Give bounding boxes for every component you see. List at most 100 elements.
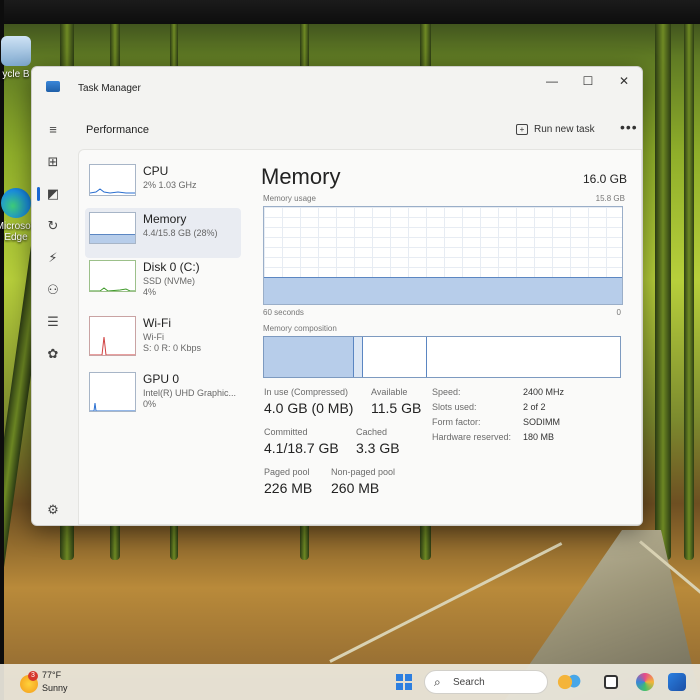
- performance-icon[interactable]: ◩: [42, 183, 64, 205]
- task-view-icon[interactable]: [604, 675, 618, 689]
- resource-name: CPU: [143, 164, 169, 178]
- non-paged-pool-value: 260 MB: [331, 480, 380, 496]
- speed-label: Speed:: [432, 387, 461, 397]
- disk-thumbnail-graph: [89, 260, 136, 292]
- run-new-task-label: Run new task: [534, 124, 595, 135]
- resource-detail-line: Intel(R) UHD Graphic...: [143, 388, 237, 398]
- resource-name: Disk 0 (C:): [143, 260, 200, 274]
- widgets-balloons-icon[interactable]: [556, 673, 586, 691]
- in-use-label: In use (Compressed): [264, 387, 349, 397]
- start-button[interactable]: [396, 674, 412, 690]
- resource-detail: 2% 1.03 GHz: [143, 180, 197, 190]
- memory-usage-label: Memory usage: [263, 194, 316, 203]
- resource-memory[interactable]: Memory 4.4/15.8 GB (28%): [85, 208, 241, 258]
- resource-name: Memory: [143, 212, 187, 226]
- available-label: Available: [371, 387, 408, 397]
- copilot-icon[interactable]: [636, 673, 654, 691]
- memory-total: 16.0 GB: [582, 172, 627, 186]
- composition-modified: [354, 337, 363, 377]
- fence-rail: [329, 542, 563, 663]
- cpu-thumbnail-graph: [89, 164, 136, 196]
- taskbar-search[interactable]: ⌕ Search: [424, 670, 548, 694]
- slots-used-label: Slots used:: [432, 402, 477, 412]
- details-icon[interactable]: ☰: [42, 311, 64, 333]
- speed-value: 2400 MHz: [523, 387, 565, 397]
- navigation-rail: ≡ ⊞ ◩ ↻ ⚡ ⚇ ☰ ✿ ⚙: [32, 107, 76, 525]
- weather-condition: Sunny: [42, 683, 68, 693]
- maximize-button[interactable]: ☐: [570, 71, 606, 91]
- resource-detail: Wi-Fi S: 0 R: 0 Kbps: [143, 332, 201, 354]
- taskbar: 3 77°F Sunny ⌕ Search: [0, 664, 700, 700]
- app-history-icon[interactable]: ↻: [42, 215, 64, 237]
- cached-label: Cached: [356, 427, 388, 437]
- search-icon: ⌕: [434, 675, 441, 689]
- run-task-icon: +: [516, 124, 528, 135]
- composition-in-use: [264, 337, 354, 377]
- memory-heading: Memory: [261, 164, 341, 189]
- settings-icon[interactable]: ⚙: [42, 499, 64, 521]
- cached-value: 3.3 GB: [356, 440, 400, 456]
- hamburger-icon[interactable]: ≡: [42, 119, 64, 141]
- services-icon[interactable]: ✿: [42, 343, 64, 365]
- memory-usage-graph: [263, 206, 623, 305]
- minimize-button[interactable]: —: [534, 71, 570, 91]
- edge-icon: [1, 188, 31, 218]
- resource-detail-line: Wi-Fi: [143, 332, 164, 342]
- run-new-task-button[interactable]: + Run new task: [516, 119, 595, 141]
- close-button[interactable]: ✕: [606, 71, 642, 91]
- resource-detail: Intel(R) UHD Graphic... 0%: [143, 388, 236, 410]
- hardware-reserved-value: 180 MB: [523, 432, 555, 442]
- notification-badge: 3: [28, 671, 38, 681]
- memory-thumbnail-graph: [89, 212, 136, 244]
- desktop-icon-label: ycle B: [2, 69, 30, 80]
- recycle-bin-icon: [1, 36, 31, 66]
- resource-gpu[interactable]: GPU 0 Intel(R) UHD Graphic... 0%: [85, 368, 241, 418]
- in-use-value: 4.0 GB (0 MB): [264, 400, 354, 416]
- weather-temperature: 77°F: [42, 670, 62, 680]
- gpu-thumbnail-graph: [89, 372, 136, 412]
- processes-icon[interactable]: ⊞: [42, 151, 64, 173]
- startup-apps-icon[interactable]: ⚡: [42, 247, 64, 269]
- bamboo-stalk: [684, 0, 694, 560]
- resource-detail-line: SSD (NVMe): [143, 276, 196, 286]
- window-title: Task Manager: [78, 83, 141, 94]
- page-header: Performance + Run new task •••: [78, 107, 642, 147]
- memory-composition-label: Memory composition: [263, 324, 337, 333]
- resource-cpu[interactable]: CPU 2% 1.03 GHz: [85, 160, 241, 210]
- search-label: Search: [453, 677, 485, 688]
- edge-taskbar-icon[interactable]: [668, 673, 686, 691]
- monitor-bezel: [0, 0, 700, 24]
- task-manager-window: Task Manager — ☐ ✕ ≡ ⊞ ◩ ↻ ⚡ ⚇ ☰ ✿ ⚙ Per…: [31, 66, 643, 526]
- graph-time-right: 0: [616, 308, 621, 317]
- memory-composition-bar: [263, 336, 621, 378]
- hardware-reserved-label: Hardware reserved:: [432, 432, 512, 442]
- paged-pool-value: 226 MB: [264, 480, 313, 496]
- composition-standby: [363, 337, 427, 377]
- resource-disk[interactable]: Disk 0 (C:) SSD (NVMe) 4%: [85, 256, 241, 306]
- memory-usage-max: 15.8 GB: [595, 194, 625, 203]
- performance-panel: CPU 2% 1.03 GHz Memory 4.4/15.8 GB (28%)…: [78, 149, 642, 525]
- available-value: 11.5 GB: [371, 400, 422, 416]
- mouse-cursor-icon: ↖: [241, 522, 251, 525]
- bamboo-stalk: [655, 0, 671, 560]
- committed-label: Committed: [264, 427, 308, 437]
- users-icon[interactable]: ⚇: [42, 279, 64, 301]
- graph-time-left: 60 seconds: [263, 308, 304, 317]
- slots-used-value: 2 of 2: [523, 402, 546, 412]
- title-bar[interactable]: Task Manager — ☐ ✕: [32, 67, 642, 101]
- form-factor-value: SODIMM: [523, 417, 560, 427]
- more-options-button[interactable]: •••: [620, 119, 638, 135]
- wifi-thumbnail-graph: [89, 316, 136, 356]
- non-paged-pool-label: Non-paged pool: [331, 467, 396, 477]
- composition-free: [427, 337, 622, 377]
- form-factor-label: Form factor:: [432, 417, 481, 427]
- task-manager-icon: [46, 81, 60, 92]
- resource-name: GPU 0: [143, 372, 180, 386]
- monitor-bezel: [0, 0, 4, 700]
- page-title: Performance: [86, 124, 149, 136]
- resource-wifi[interactable]: Wi-Fi Wi-Fi S: 0 R: 0 Kbps: [85, 312, 241, 362]
- resource-detail-line: 0%: [143, 399, 157, 409]
- resource-detail: SSD (NVMe) 4%: [143, 276, 195, 298]
- memory-usage-fill: [264, 276, 622, 304]
- resource-detail: 4.4/15.8 GB (28%): [143, 228, 218, 238]
